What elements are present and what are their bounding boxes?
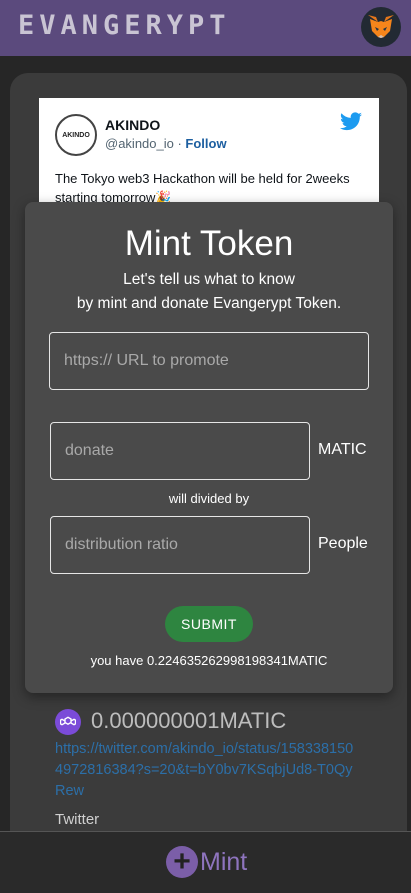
wallet-button[interactable]: [361, 7, 401, 47]
plus-icon: +: [166, 846, 198, 878]
fox-icon: [368, 15, 394, 38]
mint-label: Mint: [200, 847, 248, 876]
mint-token-dialog: Mint Token Let's tell us what to know by…: [25, 202, 393, 693]
donate-unit-label: MATIC: [318, 441, 367, 458]
url-input[interactable]: [49, 332, 369, 390]
tweet-avatar[interactable]: AKINDO: [55, 114, 97, 156]
follow-link[interactable]: Follow: [185, 136, 226, 151]
platform-label: Twitter: [55, 811, 100, 828]
polygon-icon: [55, 709, 81, 735]
distribution-ratio-input[interactable]: [50, 516, 310, 574]
divided-label: will divided by: [168, 491, 250, 506]
submit-button[interactable]: SUBMIT: [165, 606, 253, 642]
dialog-title: Mint Token: [124, 224, 294, 263]
avatar-text: AKINDO: [62, 131, 90, 139]
donate-input[interactable]: [50, 422, 310, 480]
app-title: EVANGERYPT: [18, 10, 231, 41]
wallet-balance: you have 0.224635262998198341MATIC: [90, 653, 328, 668]
dialog-subtitle-line1: Let's tell us what to know: [123, 271, 295, 288]
tweet-handle-line: @akindo_io · Follow: [105, 136, 227, 151]
dialog-subtitle-line2: by mint and donate Evangerypt Token.: [76, 295, 342, 312]
dialog-subtitle: Let's tell us what to know by mint and d…: [25, 268, 393, 316]
twitter-bird-icon[interactable]: [339, 112, 363, 137]
promoted-url-link[interactable]: https://twitter.com/akindo_io/status/158…: [55, 739, 355, 802]
tweet-separator: ·: [173, 136, 186, 151]
tweet-handle[interactable]: @akindo_io: [105, 136, 174, 151]
app-header: EVANGERYPT: [0, 0, 411, 56]
tweet-author-name[interactable]: AKINDO: [105, 117, 160, 133]
mint-button[interactable]: + Mint: [166, 846, 247, 878]
ratio-unit-label: People: [318, 535, 368, 552]
donation-amount: 0.000000001MATIC: [91, 708, 287, 733]
